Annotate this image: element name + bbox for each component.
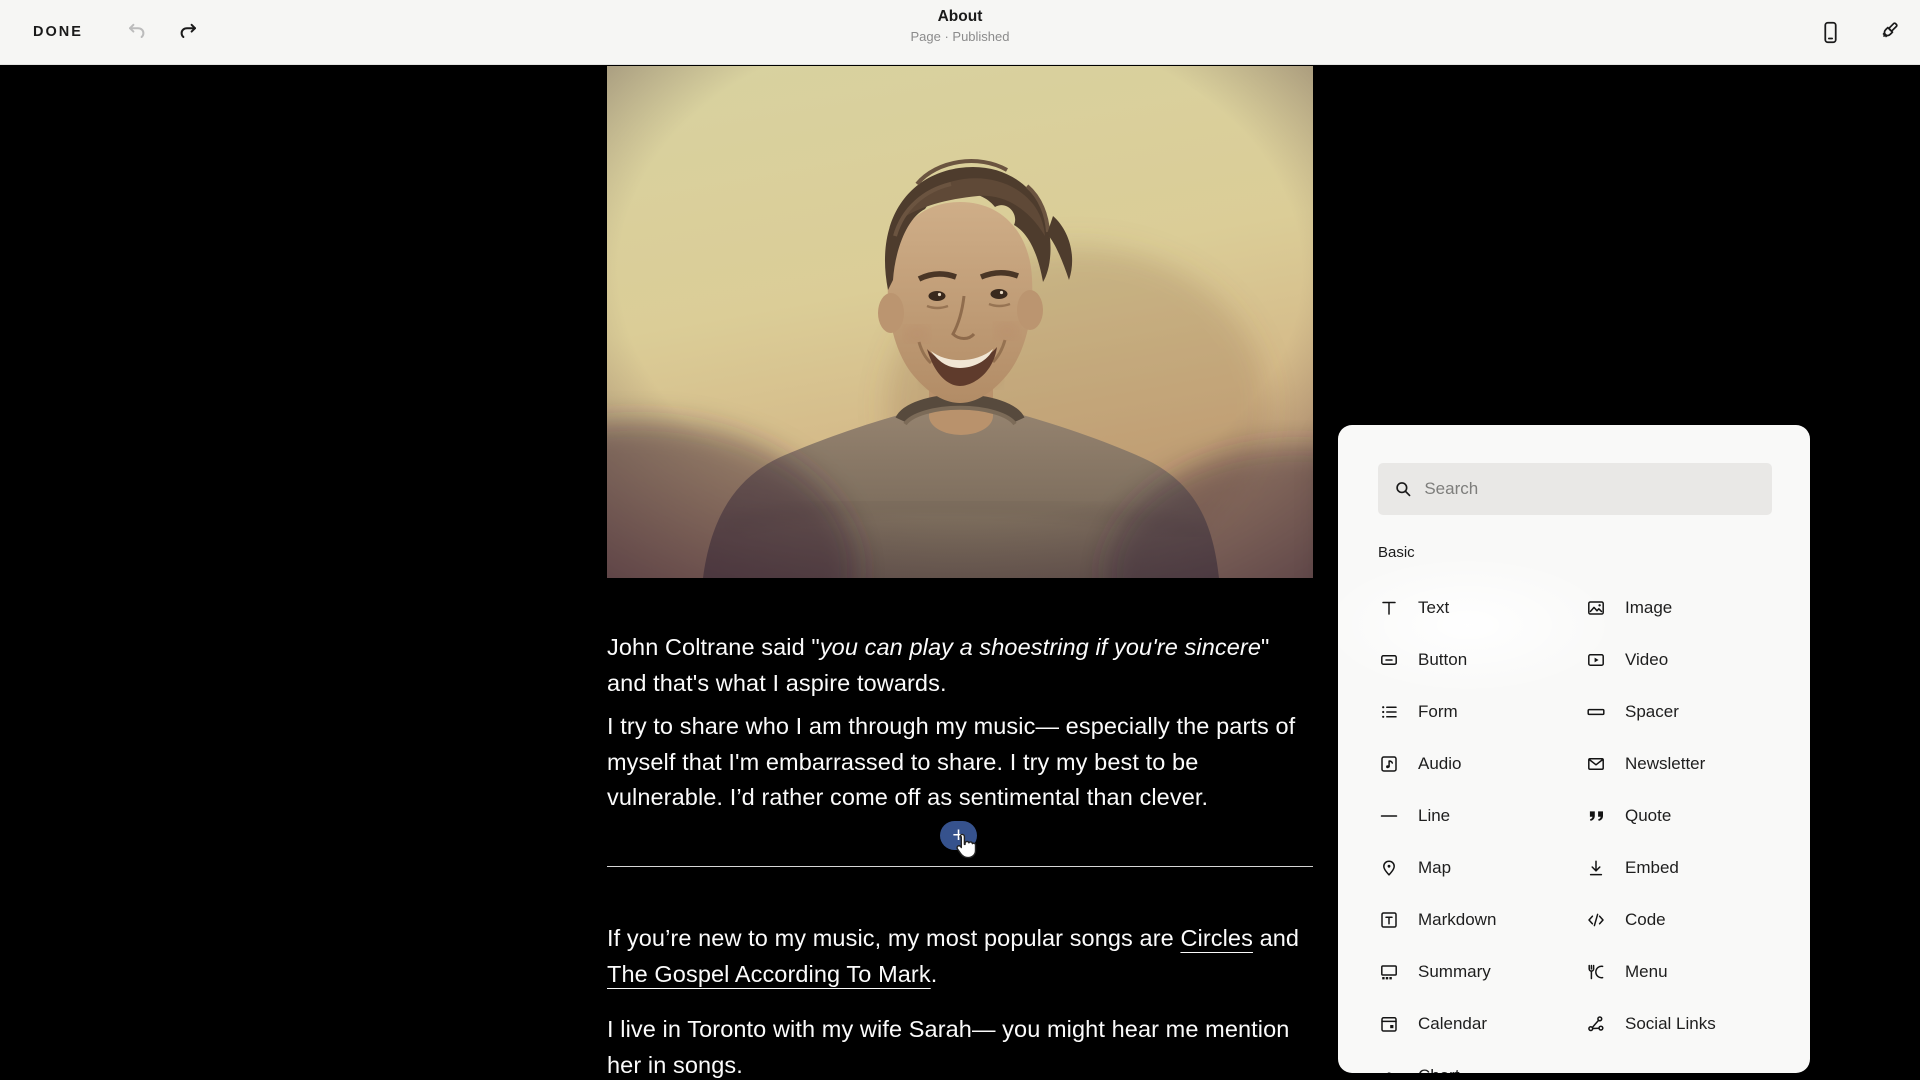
insert-block-plus-button[interactable]: + <box>940 821 977 850</box>
done-button[interactable]: DONE <box>33 0 83 64</box>
paragraph-share-music[interactable]: I try to share who I am through my music… <box>607 709 1313 816</box>
p3-text-after: . <box>931 961 938 987</box>
menu-fork-icon <box>1585 961 1607 983</box>
menu-item-label: Newsletter <box>1625 754 1705 774</box>
redo-icon[interactable] <box>175 19 201 45</box>
form-icon <box>1378 701 1400 723</box>
summary-icon <box>1378 961 1400 983</box>
video-icon <box>1585 649 1607 671</box>
menu-item-embed[interactable]: Embed <box>1585 842 1800 894</box>
block-menu-right-column: Image Video Spacer Newsletter Quote Embe… <box>1585 582 1800 1050</box>
menu-item-label: Calendar <box>1418 1014 1487 1034</box>
markdown-icon <box>1378 909 1400 931</box>
button-icon <box>1378 649 1400 671</box>
menu-item-calendar[interactable]: Calendar <box>1378 998 1578 1050</box>
menu-item-video[interactable]: Video <box>1585 634 1800 686</box>
block-search-bar[interactable] <box>1378 463 1772 515</box>
embed-download-icon <box>1585 857 1607 879</box>
menu-item-line[interactable]: Line <box>1378 790 1578 842</box>
section-label-basic: Basic <box>1378 544 1415 561</box>
line-block-divider[interactable] <box>607 866 1313 867</box>
page-header: About Page · Published <box>0 8 1920 44</box>
menu-item-label: Form <box>1418 702 1458 722</box>
map-pin-icon <box>1378 857 1400 879</box>
device-preview-icon[interactable] <box>1817 19 1843 45</box>
content-column: John Coltrane said "you can play a shoes… <box>607 65 1313 1080</box>
calendar-icon <box>1378 1013 1400 1035</box>
paragraph-coltrane-quote[interactable]: John Coltrane said "you can play a shoes… <box>607 630 1313 701</box>
menu-item-label: Spacer <box>1625 702 1679 722</box>
menu-item-label: Button <box>1418 650 1467 670</box>
menu-item-map[interactable]: Map <box>1378 842 1578 894</box>
page-title: About <box>0 8 1920 26</box>
newsletter-envelope-icon <box>1585 753 1607 775</box>
search-input[interactable] <box>1424 479 1756 499</box>
menu-item-label: Audio <box>1418 754 1461 774</box>
menu-item-markdown[interactable]: Markdown <box>1378 894 1578 946</box>
spacer-icon <box>1585 701 1607 723</box>
page-status: Page · Published <box>0 29 1920 44</box>
editor-topbar: DONE About Page · Published <box>0 0 1920 65</box>
menu-item-summary[interactable]: Summary <box>1378 946 1578 998</box>
menu-item-button[interactable]: Button <box>1378 634 1578 686</box>
menu-item-label: Quote <box>1625 806 1671 826</box>
menu-item-label: Summary <box>1418 962 1491 982</box>
menu-item-image[interactable]: Image <box>1585 582 1800 634</box>
menu-item-label: Video <box>1625 650 1668 670</box>
menu-item-text[interactable]: Text <box>1378 582 1578 634</box>
search-icon <box>1394 479 1412 499</box>
menu-item-label: Embed <box>1625 858 1679 878</box>
image-icon <box>1585 597 1607 619</box>
portrait-photo[interactable] <box>607 66 1313 578</box>
menu-item-audio[interactable]: Audio <box>1378 738 1578 790</box>
menu-item-chart[interactable]: Chart <box>1378 1050 1578 1073</box>
text-icon <box>1378 597 1400 619</box>
menu-item-label: Map <box>1418 858 1451 878</box>
site-styles-brush-icon[interactable] <box>1875 19 1901 45</box>
p3-text-between: and <box>1253 925 1299 951</box>
block-menu-left-column: Text Button Form Audio Line Map Markdown <box>1378 582 1578 1073</box>
paragraph-popular-songs[interactable]: If you’re new to my music, my most popul… <box>607 921 1313 992</box>
link-gospel-according-to-mark[interactable]: The Gospel According To Mark <box>607 961 931 987</box>
social-links-icon <box>1585 1013 1607 1035</box>
code-icon <box>1585 909 1607 931</box>
menu-item-label: Social Links <box>1625 1014 1716 1034</box>
menu-item-label: Menu <box>1625 962 1668 982</box>
p1-italic-quote: you can play a shoestring if you're sinc… <box>820 634 1261 660</box>
menu-item-code[interactable]: Code <box>1585 894 1800 946</box>
menu-item-label: Code <box>1625 910 1666 930</box>
menu-item-label: Line <box>1418 806 1450 826</box>
menu-item-social-links[interactable]: Social Links <box>1585 998 1800 1050</box>
line-icon <box>1378 805 1400 827</box>
menu-item-label: Text <box>1418 598 1449 618</box>
paragraph-toronto[interactable]: I live in Toronto with my wife Sarah— yo… <box>607 1012 1313 1080</box>
p1-text: John Coltrane said " <box>607 634 820 660</box>
menu-item-label: Chart <box>1418 1066 1460 1073</box>
quote-icon <box>1585 805 1607 827</box>
menu-item-newsletter[interactable]: Newsletter <box>1585 738 1800 790</box>
menu-item-label: Image <box>1625 598 1672 618</box>
undo-icon[interactable] <box>124 19 150 45</box>
menu-item-menu[interactable]: Menu <box>1585 946 1800 998</box>
p3-text: If you’re new to my music, my most popul… <box>607 925 1180 951</box>
menu-item-quote[interactable]: Quote <box>1585 790 1800 842</box>
menu-item-spacer[interactable]: Spacer <box>1585 686 1800 738</box>
audio-icon <box>1378 753 1400 775</box>
chart-icon <box>1378 1065 1400 1073</box>
link-circles[interactable]: Circles <box>1180 925 1253 951</box>
add-block-panel: Basic Text Button Form Audio Line Map <box>1338 425 1810 1073</box>
menu-item-form[interactable]: Form <box>1378 686 1578 738</box>
menu-item-label: Markdown <box>1418 910 1496 930</box>
